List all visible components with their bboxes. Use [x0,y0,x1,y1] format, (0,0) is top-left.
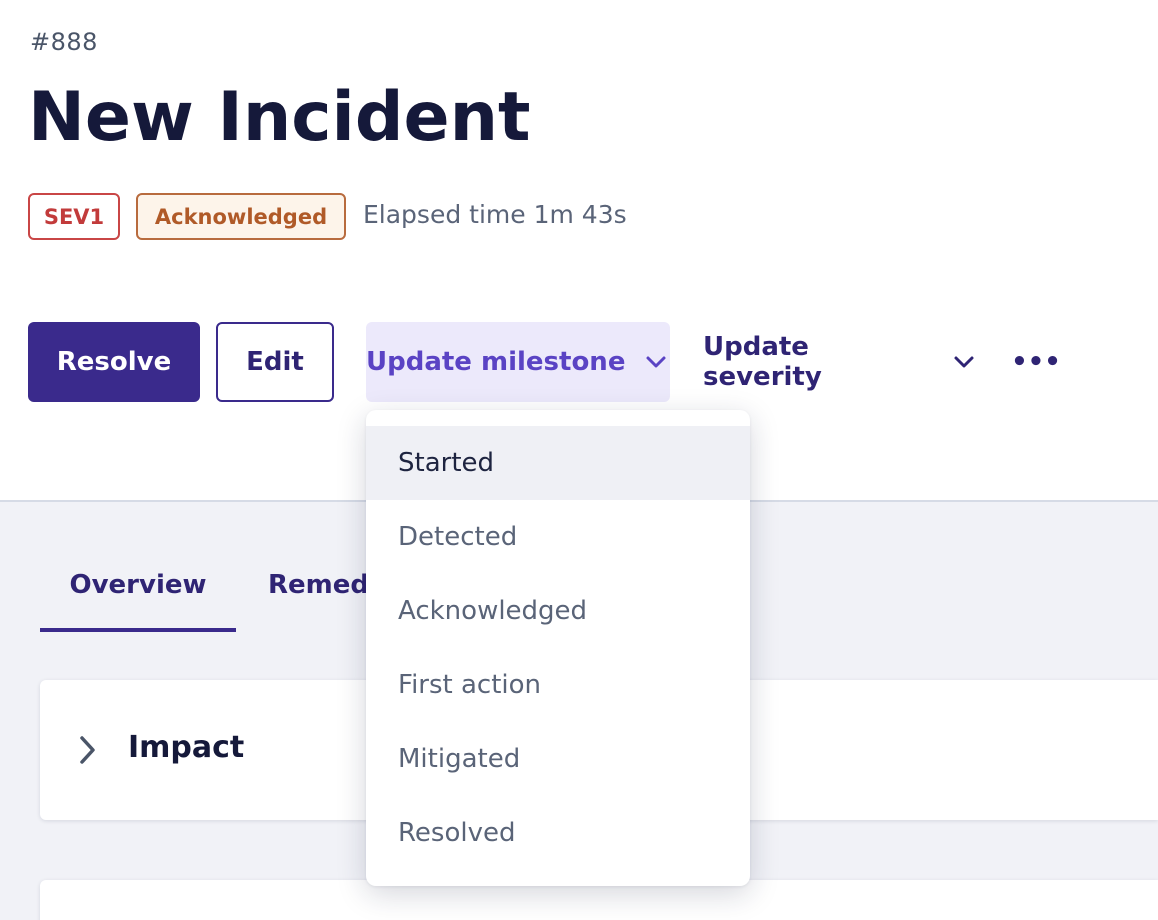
milestone-option-resolved[interactable]: Resolved [366,796,750,870]
impact-title: Impact [128,730,245,765]
severity-badge: SEV1 [28,193,120,240]
update-severity-button[interactable]: Update severity [703,322,975,402]
chevron-right-icon [74,734,100,766]
page-title: New Incident [28,78,531,157]
milestone-option-acknowledged[interactable]: Acknowledged [366,574,750,648]
edit-button-label: Edit [246,347,304,377]
update-milestone-label: Update milestone [366,347,626,377]
tab-remediation-label: Remed [268,570,369,600]
tab-overview[interactable]: Overview [40,562,236,632]
milestone-option-first-action[interactable]: First action [366,648,750,722]
update-severity-label: Update severity [703,332,822,392]
tab-overview-label: Overview [69,570,207,600]
milestone-option-mitigated[interactable]: Mitigated [366,722,750,796]
chevron-down-icon [953,351,975,373]
resolve-button[interactable]: Resolve [28,322,200,402]
milestone-option-detected[interactable]: Detected [366,500,750,574]
edit-button[interactable]: Edit [216,322,334,402]
chevron-down-icon [645,351,667,373]
milestone-option-started[interactable]: Started [366,426,750,500]
status-badge: Acknowledged [136,193,346,240]
more-actions-button[interactable]: ••• [1010,322,1062,402]
elapsed-time: Elapsed time 1m 43s [363,200,627,229]
update-milestone-button[interactable]: Update milestone [366,322,670,402]
incident-id: #888 [30,28,98,56]
milestone-dropdown-menu: Started Detected Acknowledged First acti… [366,410,750,886]
more-icon: ••• [1011,347,1061,377]
next-section-card [40,880,1158,920]
resolve-button-label: Resolve [56,347,172,377]
